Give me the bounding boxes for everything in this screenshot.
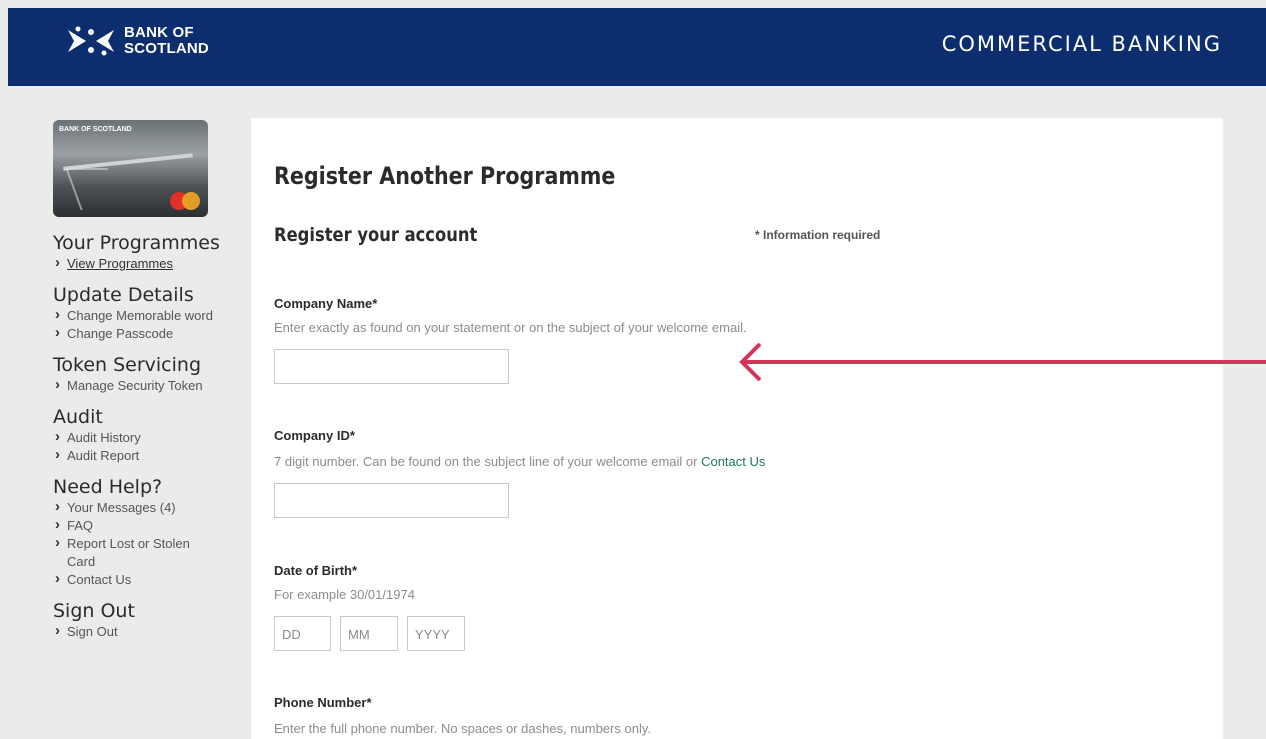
phone-hint: Enter the full phone number. No spaces o… — [274, 721, 651, 736]
mastercard-logo-icon — [170, 192, 200, 210]
sidebar-heading-audit: Audit — [53, 406, 103, 428]
sidebar-link-view-programmes[interactable]: View Programmes — [53, 254, 238, 273]
company-name-input[interactable] — [274, 349, 509, 384]
card-bank-label: BANK OF SCOTLAND — [59, 126, 132, 133]
section-title: COMMERCIAL BANKING — [941, 32, 1222, 56]
dob-label: Date of Birth* — [274, 563, 358, 578]
company-name-hint: Enter exactly as found on your statement… — [274, 320, 747, 335]
sidebar-link-sign-out[interactable]: Sign Out — [53, 622, 238, 641]
bank-name-line2: SCOTLAND — [124, 40, 209, 57]
sidebar-link-label: View Programmes — [67, 256, 173, 271]
horse-logo-icon — [68, 26, 114, 56]
bank-name: BANK OF SCOTLAND — [124, 25, 209, 57]
phone-label: Phone Number* — [274, 695, 372, 710]
company-id-hint: 7 digit number. Can be found on the subj… — [274, 454, 765, 469]
sidebar-heading-update-details: Update Details — [53, 284, 194, 306]
card-image: BANK OF SCOTLAND — [53, 120, 208, 217]
contact-us-link[interactable]: Contact Us — [701, 454, 765, 469]
frame-top — [0, 0, 1266, 8]
site-header: BANK OF SCOTLAND COMMERCIAL BANKING — [8, 8, 1266, 86]
dob-day-input[interactable]: DD — [274, 616, 331, 651]
sidebar-link-audit-report[interactable]: Audit Report — [53, 446, 238, 465]
main-panel: Register Another Programme Register your… — [251, 118, 1223, 739]
page-title: Register Another Programme — [274, 162, 616, 190]
bank-logo[interactable]: BANK OF SCOTLAND — [64, 24, 209, 58]
sidebar-link-audit-history[interactable]: Audit History — [53, 428, 238, 447]
dob-year-input[interactable]: YYYY — [407, 616, 465, 651]
dob-hint: For example 30/01/1974 — [274, 587, 415, 602]
card-bridge-support-graphic — [65, 168, 123, 210]
company-id-hint-text: 7 digit number. Can be found on the subj… — [274, 454, 702, 469]
sidebar-link-contact-us[interactable]: Contact Us — [53, 570, 238, 589]
required-note: * Information required — [755, 228, 881, 242]
sidebar-heading-token-servicing: Token Servicing — [53, 354, 202, 376]
sidebar: BANK OF SCOTLAND Your Programmes View Pr… — [53, 120, 238, 641]
company-id-label: Company ID* — [274, 428, 355, 443]
sidebar-link-report-lost-card[interactable]: Report Lost or Stolen Card — [53, 534, 207, 571]
dob-month-input[interactable]: MM — [340, 616, 398, 651]
sidebar-link-change-passcode[interactable]: Change Passcode — [53, 324, 238, 343]
bank-name-line1: BANK OF — [124, 24, 194, 41]
sidebar-link-faq[interactable]: FAQ — [53, 516, 238, 535]
section-subtitle: Register your account — [274, 224, 478, 246]
sidebar-heading-sign-out: Sign Out — [53, 600, 135, 622]
sidebar-link-manage-security-token[interactable]: Manage Security Token — [53, 376, 238, 395]
sidebar-heading-your-programmes: Your Programmes — [53, 232, 220, 254]
company-name-label: Company Name* — [274, 296, 378, 311]
company-id-input[interactable] — [274, 483, 509, 518]
sidebar-heading-need-help: Need Help? — [53, 476, 163, 498]
sidebar-link-change-memorable-word[interactable]: Change Memorable word — [53, 306, 217, 325]
sidebar-link-your-messages[interactable]: Your Messages (4) — [53, 498, 238, 517]
annotation-arrow-icon — [739, 342, 1266, 382]
